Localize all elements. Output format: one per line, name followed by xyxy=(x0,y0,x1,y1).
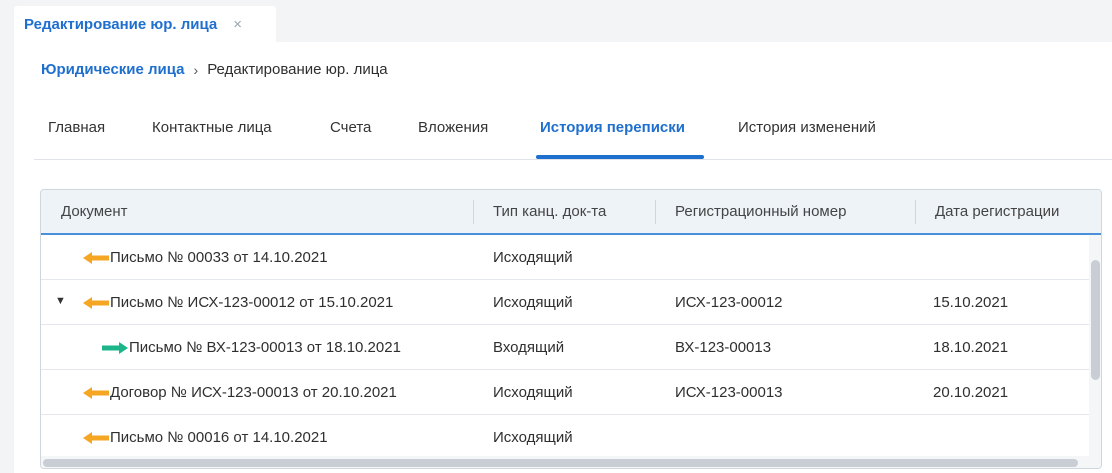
column-header-type[interactable]: Тип канц. док-та xyxy=(473,190,655,233)
arrow-left-icon xyxy=(83,386,109,399)
document-tab-label: Редактирование юр. лица xyxy=(24,16,218,33)
column-header-document[interactable]: Документ xyxy=(41,190,471,233)
grid-header: Документ Тип канц. док-та Регистрационны… xyxy=(41,190,1101,235)
breadcrumb-parent-link[interactable]: Юридические лица xyxy=(41,61,185,78)
cell-document: Письмо № ВХ-123-00013 от 18.10.2021 xyxy=(101,325,401,370)
tab-contacts[interactable]: Контактные лица xyxy=(152,110,272,160)
cell-type: Исходящий xyxy=(493,429,573,446)
tab-change-history[interactable]: История изменений xyxy=(738,110,876,160)
tab-main[interactable]: Главная xyxy=(48,110,105,160)
breadcrumb: Юридические лица › Редактирование юр. ли… xyxy=(41,61,388,78)
document-tab-strip: Редактирование юр. лица × xyxy=(0,0,1112,43)
document-tab[interactable]: Редактирование юр. лица × xyxy=(14,6,276,43)
cell-reg-number: ИСХ-123-00012 xyxy=(675,294,783,311)
tab-correspondence-history[interactable]: История переписки xyxy=(540,110,685,160)
cell-type: Входящий xyxy=(493,339,565,356)
cell-document: Письмо № 00016 от 14.10.2021 xyxy=(82,415,328,460)
cell-document: Письмо № 00033 от 14.10.2021 xyxy=(82,235,328,280)
cell-document: Договор № ИСХ-123-00013 от 20.10.2021 xyxy=(82,370,397,415)
close-icon[interactable]: × xyxy=(233,16,242,33)
horizontal-scrollbar-thumb[interactable] xyxy=(43,459,1078,467)
active-tab-indicator xyxy=(536,155,704,159)
table-row[interactable]: Письмо № ВХ-123-00013 от 18.10.2021 Входя… xyxy=(41,325,1089,370)
vertical-scrollbar-thumb[interactable] xyxy=(1091,260,1100,380)
cell-document: Письмо № ИСХ-123-00012 от 15.10.2021 xyxy=(82,280,393,325)
content-panel: Юридические лица › Редактирование юр. ли… xyxy=(14,42,1112,473)
table-row[interactable]: ▼ Письмо № ИСХ-123-00012 от 15.10.2021 Исх… xyxy=(41,280,1089,325)
cell-reg-number: ВХ-123-00013 xyxy=(675,339,772,356)
cell-type: Исходящий xyxy=(493,294,573,311)
section-tabs: Главная Контактные лица Счета Вложения И… xyxy=(34,110,1112,160)
column-header-reg-date[interactable]: Дата регистрации xyxy=(915,190,1090,233)
arrow-left-icon xyxy=(83,431,109,444)
document-title: Письмо № ИСХ-123-00012 от 15.10.2021 xyxy=(110,294,394,311)
tab-attachments[interactable]: Вложения xyxy=(418,110,488,160)
chevron-right-icon: › xyxy=(193,61,199,78)
arrow-left-icon xyxy=(83,296,109,309)
breadcrumb-current: Редактирование юр. лица xyxy=(207,61,388,78)
cell-reg-date: 15.10.2021 xyxy=(933,294,1009,311)
document-title: Письмо № ВХ-123-00013 от 18.10.2021 xyxy=(129,339,401,356)
arrow-left-icon xyxy=(83,251,109,264)
arrow-right-icon xyxy=(102,341,128,354)
table-row[interactable]: Договор № ИСХ-123-00013 от 20.10.2021 Исх… xyxy=(41,370,1089,415)
table-row[interactable]: Письмо № 00033 от 14.10.2021 Исходящий xyxy=(41,235,1089,280)
expand-toggle-icon[interactable]: ▼ xyxy=(55,294,69,308)
cell-type: Исходящий xyxy=(493,384,573,401)
cell-type: Исходящий xyxy=(493,249,573,266)
cell-reg-date: 20.10.2021 xyxy=(933,384,1009,401)
tab-accounts[interactable]: Счета xyxy=(330,110,371,160)
document-title: Письмо № 00016 от 14.10.2021 xyxy=(110,429,328,446)
document-title: Договор № ИСХ-123-00013 от 20.10.2021 xyxy=(110,384,397,401)
cell-reg-date: 18.10.2021 xyxy=(933,339,1009,356)
cell-reg-number: ИСХ-123-00013 xyxy=(675,384,783,401)
table-row[interactable]: Письмо № 00016 от 14.10.2021 Исходящий xyxy=(41,415,1089,460)
column-header-reg-number[interactable]: Регистрационный номер xyxy=(655,190,915,233)
correspondence-grid: Документ Тип канц. док-та Регистрационны… xyxy=(40,189,1102,469)
document-title: Письмо № 00033 от 14.10.2021 xyxy=(110,249,328,266)
